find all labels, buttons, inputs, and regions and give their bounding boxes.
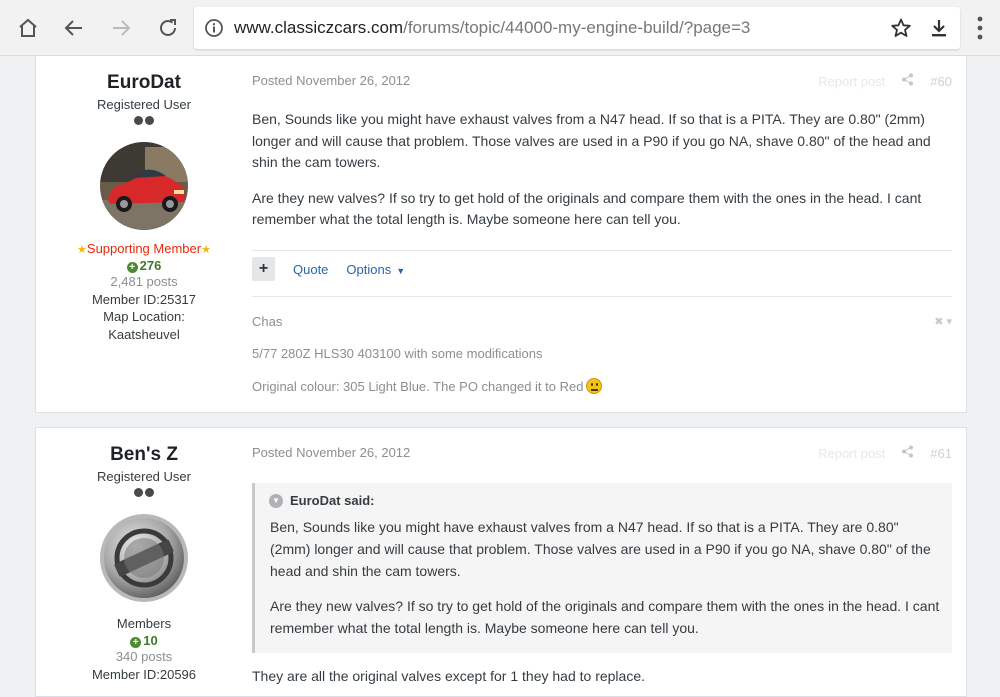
quote-paragraph: Are they new valves? If so try to get ho… (270, 598, 940, 636)
author-panel: Ben's Z Registered User Members +10 340 … (36, 444, 252, 683)
quote-link[interactable]: Quote (293, 262, 328, 277)
chevron-down-icon: ▼ (269, 493, 283, 508)
plus-circle-icon: + (130, 637, 142, 648)
star-icon: ★ (77, 244, 87, 256)
rank-dots (36, 488, 252, 498)
member-id: Member ID:20596 (91, 666, 197, 682)
quote-body: Ben, Sounds like you might have exhaust … (270, 516, 940, 652)
author-role: Registered User (97, 97, 191, 112)
blockquote: ▼ EuroDat said: Ben, Sounds like you migh… (252, 483, 952, 653)
report-link[interactable]: Report post (818, 446, 885, 461)
author-panel: EuroDat Registered User ★Supporting Memb… (36, 72, 252, 343)
post-tools: Report post #60 (818, 73, 952, 89)
star-icon: ★ (201, 244, 211, 256)
post-card: Ben's Z Registered User Members +10 340 … (35, 427, 967, 697)
back-icon[interactable] (56, 10, 92, 46)
member-group: Members (116, 616, 172, 631)
browser-toolbar: www.classiczcars.com/forums/topic/44000-… (0, 0, 1000, 56)
forward-icon[interactable] (103, 10, 139, 46)
download-icon[interactable] (928, 17, 950, 39)
signature-line: 5/77 280Z HLS30 403100 with some modific… (252, 346, 543, 361)
plus-circle-icon: + (126, 262, 138, 273)
author-name[interactable]: Ben's Z (36, 444, 252, 466)
options-label: Options (346, 261, 392, 277)
rank-dots (36, 116, 252, 126)
post-actions: + Quote Options ▼ (252, 256, 423, 282)
signature-text: Original colour: 305 Light Blue. The PO … (252, 379, 584, 394)
home-icon[interactable] (10, 10, 46, 46)
reputation-badge[interactable]: +10 (36, 633, 252, 648)
share-icon[interactable] (901, 445, 914, 461)
member-group: ★Supporting Member★ (36, 241, 252, 256)
post-number[interactable]: #60 (930, 74, 952, 89)
report-link[interactable]: Report post (818, 74, 885, 89)
bookmark-star-icon[interactable] (890, 17, 912, 39)
share-icon[interactable] (901, 73, 914, 89)
reputation-value: 276 (139, 258, 162, 273)
avatar[interactable] (100, 142, 188, 230)
quote-paragraph: Ben, Sounds like you might have exhaust … (270, 519, 931, 579)
member-id: Member ID:25317 (91, 291, 197, 307)
caret-down-icon: ▼ (396, 265, 406, 276)
divider (252, 296, 952, 297)
reputation-value: 10 (143, 633, 158, 648)
url-path: /forums/topic/44000-my-engine-build/?pag… (403, 18, 751, 37)
avatar[interactable] (100, 514, 188, 602)
address-bar[interactable]: www.classiczcars.com/forums/topic/44000-… (194, 7, 960, 49)
post-number[interactable]: #61 (930, 446, 952, 461)
post-paragraph: They are all the original valves except … (252, 668, 645, 684)
quote-author: EuroDat said: (290, 493, 375, 508)
author-role: Registered User (97, 469, 191, 484)
post-card: EuroDat Registered User ★Supporting Memb… (35, 56, 967, 413)
posted-date[interactable]: Posted November 26, 2012 (252, 73, 410, 88)
overflow-menu-icon[interactable] (968, 14, 992, 42)
group-label: Supporting Member (86, 241, 202, 256)
quote-header[interactable]: ▼ EuroDat said: (269, 493, 375, 508)
signature-line: Chas (252, 314, 283, 329)
confused-emoji-icon (586, 378, 603, 394)
post-paragraph: Are they new valves? If so try to get ho… (252, 189, 922, 228)
location-value: Kaatsheuvel (108, 326, 180, 342)
url-host: www.classiczcars.com (234, 18, 404, 37)
hide-signature-icon[interactable]: ✖ ▾ (934, 315, 952, 328)
post-paragraph: Ben, Sounds like you might have exhaust … (252, 111, 931, 170)
reputation-badge[interactable]: +276 (36, 258, 252, 273)
divider (252, 250, 952, 251)
post-body: Ben, Sounds like you might have exhaust … (252, 109, 952, 245)
reaction-plus-button[interactable]: + (252, 257, 275, 281)
url-text[interactable]: www.classiczcars.com/forums/topic/44000-… (234, 18, 750, 38)
location-label: Map Location: (103, 309, 185, 324)
post-tools: Report post #61 (818, 445, 952, 461)
reload-icon[interactable] (150, 10, 186, 46)
author-name[interactable]: EuroDat (36, 72, 252, 94)
post-count: 340 posts (115, 649, 173, 664)
options-dropdown[interactable]: Options ▼ (346, 262, 405, 277)
post-count: 2,481 posts (110, 274, 178, 289)
posted-date[interactable]: Posted November 26, 2012 (252, 445, 410, 460)
signature-line: Original colour: 305 Light Blue. The PO … (252, 378, 603, 394)
info-icon[interactable] (204, 18, 224, 38)
